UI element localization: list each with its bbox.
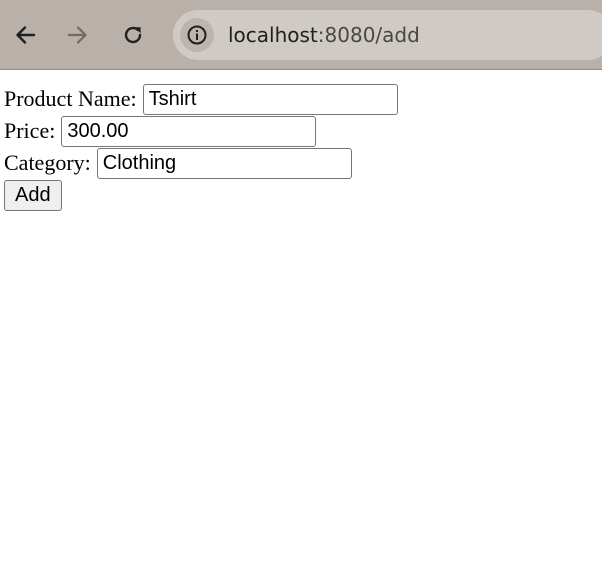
- site-info-button[interactable]: [180, 18, 214, 52]
- price-row: Price:: [4, 115, 602, 147]
- url-text[interactable]: localhost:8080/add: [228, 22, 420, 48]
- product-name-row: Product Name:: [4, 83, 602, 115]
- address-bar[interactable]: localhost:8080/add: [173, 10, 602, 60]
- reload-icon: [124, 26, 142, 44]
- browser-toolbar: localhost:8080/add: [0, 0, 602, 70]
- page-content: Product Name: Price: Category: Add: [0, 70, 602, 211]
- url-host: localhost: [228, 23, 318, 47]
- forward-button[interactable]: [62, 19, 94, 51]
- category-row: Category:: [4, 147, 602, 179]
- info-icon: [187, 25, 207, 45]
- arrow-left-icon: [16, 26, 36, 44]
- product-name-input[interactable]: [142, 83, 398, 115]
- add-product-form: Product Name: Price: Category: Add: [4, 83, 602, 211]
- category-label: Category:: [4, 150, 91, 175]
- price-label: Price:: [4, 118, 56, 143]
- price-input[interactable]: [61, 115, 317, 147]
- category-input[interactable]: [96, 147, 352, 179]
- add-button[interactable]: Add: [4, 180, 62, 211]
- product-name-label: Product Name:: [4, 86, 137, 111]
- arrow-right-icon: [67, 26, 87, 44]
- reload-button[interactable]: [117, 19, 149, 51]
- url-path: :8080/add: [317, 23, 420, 47]
- back-button[interactable]: [9, 19, 41, 51]
